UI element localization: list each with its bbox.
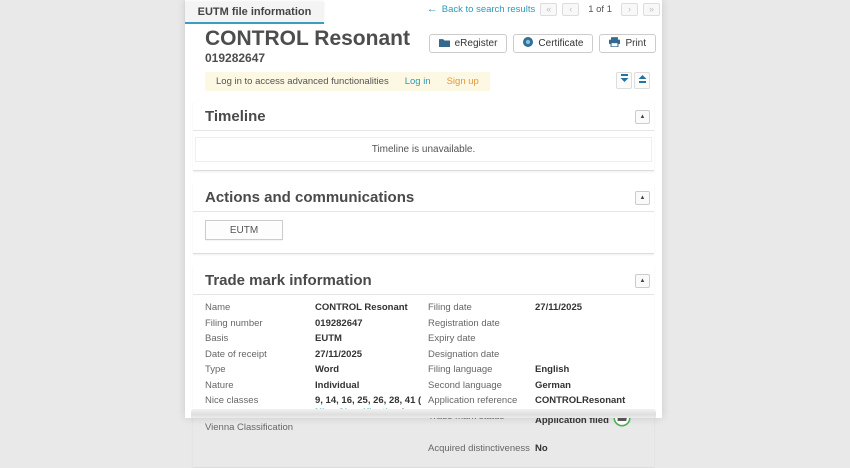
field-value: No [535, 443, 650, 455]
trademark-header: CONTROL Resonant 019282647 eRegister Cer… [185, 24, 662, 65]
field-value: EUTM [315, 333, 428, 345]
field-label: Name [205, 302, 315, 313]
login-banner-message: Log in to access advanced functionalitie… [216, 76, 389, 87]
field-label: Application reference [428, 395, 535, 406]
sign-up-link[interactable]: Sign up [447, 76, 479, 87]
header-action-buttons: eRegister Certificate Print [429, 34, 656, 53]
trademark-information-header: Trade mark information ▲ [193, 265, 654, 295]
field-value: 27/11/2025 [535, 302, 650, 314]
field-label: Expiry date [428, 333, 535, 344]
table-row: Date of receipt 27/11/2025 [205, 349, 428, 365]
field-label: Basis [205, 333, 315, 344]
field-label: Vienna Classification [205, 422, 315, 433]
field-label: Filing number [205, 318, 315, 329]
seal-icon [523, 37, 533, 50]
section-toggle-buttons [616, 72, 650, 89]
file-information-panel: EUTM file information ← Back to search r… [185, 0, 662, 418]
field-label: Nature [205, 380, 315, 391]
table-row: Designation date [428, 349, 650, 365]
certificate-button-label: Certificate [538, 38, 583, 49]
print-button-label: Print [625, 38, 646, 49]
previous-result-button[interactable]: ‹ [562, 3, 579, 16]
table-row: Second language German [428, 380, 650, 396]
trademark-right-column: Filing date 27/11/2025 Registration date… [428, 302, 650, 458]
actions-collapse-button[interactable]: ▲ [635, 191, 650, 205]
actions-communications-section: Actions and communications ▲ EUTM [193, 182, 654, 254]
table-row: Type Word [205, 364, 428, 380]
table-row: Filing number 019282647 [205, 318, 428, 334]
search-results-nav: ← Back to search results « ‹ 1 of 1 › » [427, 3, 660, 16]
field-label: Nice classes [205, 395, 315, 406]
next-result-button[interactable]: › [621, 3, 638, 16]
trademark-details-table: Name CONTROL Resonant Filing number 0192… [193, 295, 654, 462]
tab-eutm[interactable]: EUTM [205, 220, 283, 240]
trademark-information-section: Trade mark information ▲ Name CONTROL Re… [193, 265, 654, 468]
timeline-header: Timeline ▲ [193, 101, 654, 131]
trademark-collapse-button[interactable]: ▲ [635, 274, 650, 288]
table-row: Registration date [428, 318, 650, 334]
field-label: Second language [428, 380, 535, 391]
back-arrow-icon: ← [427, 5, 438, 14]
print-button[interactable]: Print [599, 34, 656, 53]
eregister-button-label: eRegister [455, 38, 498, 49]
field-value: 27/11/2025 [315, 349, 428, 361]
eregister-button[interactable]: eRegister [429, 34, 508, 53]
filing-number-heading: 019282647 [205, 51, 654, 65]
table-row: Filing date 27/11/2025 [428, 302, 650, 318]
table-row: Filing language English [428, 364, 650, 380]
field-value: 019282647 [315, 318, 428, 330]
login-banner: Log in to access advanced functionalitie… [205, 72, 490, 91]
result-page-indicator: 1 of 1 [588, 4, 612, 15]
back-link-label: Back to search results [442, 4, 535, 15]
double-chevron-up-icon [638, 72, 647, 90]
field-value: Individual [315, 380, 428, 392]
printer-icon [609, 37, 620, 50]
timeline-section: Timeline ▲ Timeline is unavailable. [193, 101, 654, 171]
timeline-unavailable-message: Timeline is unavailable. [195, 137, 652, 162]
first-result-button[interactable]: « [540, 3, 557, 16]
actions-header: Actions and communications ▲ [193, 182, 654, 212]
acquired-distinctiveness-row: Acquired distinctiveness No [428, 443, 650, 459]
field-label: Registration date [428, 318, 535, 329]
nice-classes-numbers: 9, 14, 16, 25, 26, 28, 41 ( [315, 395, 421, 406]
trademark-left-column: Name CONTROL Resonant Filing number 0192… [205, 302, 428, 458]
field-value: German [535, 380, 650, 392]
timeline-title: Timeline [205, 108, 266, 125]
field-label: Date of receipt [205, 349, 315, 360]
field-label: Designation date [428, 349, 535, 360]
collapse-all-button[interactable] [616, 72, 632, 89]
field-value: CONTROL Resonant [315, 302, 428, 314]
table-row: Nature Individual [205, 380, 428, 396]
double-chevron-down-icon [620, 72, 629, 90]
field-value: CONTROLResonant [535, 395, 650, 407]
field-value: Word [315, 364, 428, 376]
field-label: Acquired distinctiveness [428, 443, 535, 454]
back-to-search-results-link[interactable]: ← Back to search results [427, 4, 535, 15]
folder-icon [439, 38, 450, 50]
field-label: Filing language [428, 364, 535, 375]
tab-eutm-file-information[interactable]: EUTM file information [185, 2, 324, 24]
table-row: Basis EUTM [205, 333, 428, 349]
field-label: Type [205, 364, 315, 375]
log-in-link[interactable]: Log in [405, 76, 431, 87]
certificate-button[interactable]: Certificate [513, 34, 593, 53]
table-row: Name CONTROL Resonant [205, 302, 428, 318]
next-section-top-edge [191, 409, 656, 418]
trademark-information-title: Trade mark information [205, 272, 372, 289]
vienna-classification-row: Vienna Classification [205, 422, 428, 438]
actions-title: Actions and communications [205, 189, 414, 206]
timeline-collapse-button[interactable]: ▲ [635, 110, 650, 124]
last-result-button[interactable]: » [643, 3, 660, 16]
field-value: English [535, 364, 650, 376]
table-row: Expiry date [428, 333, 650, 349]
expand-all-button[interactable] [634, 72, 650, 89]
top-tab-bar: EUTM file information ← Back to search r… [185, 0, 662, 24]
field-label: Filing date [428, 302, 535, 313]
login-row: Log in to access advanced functionalitie… [205, 71, 654, 90]
